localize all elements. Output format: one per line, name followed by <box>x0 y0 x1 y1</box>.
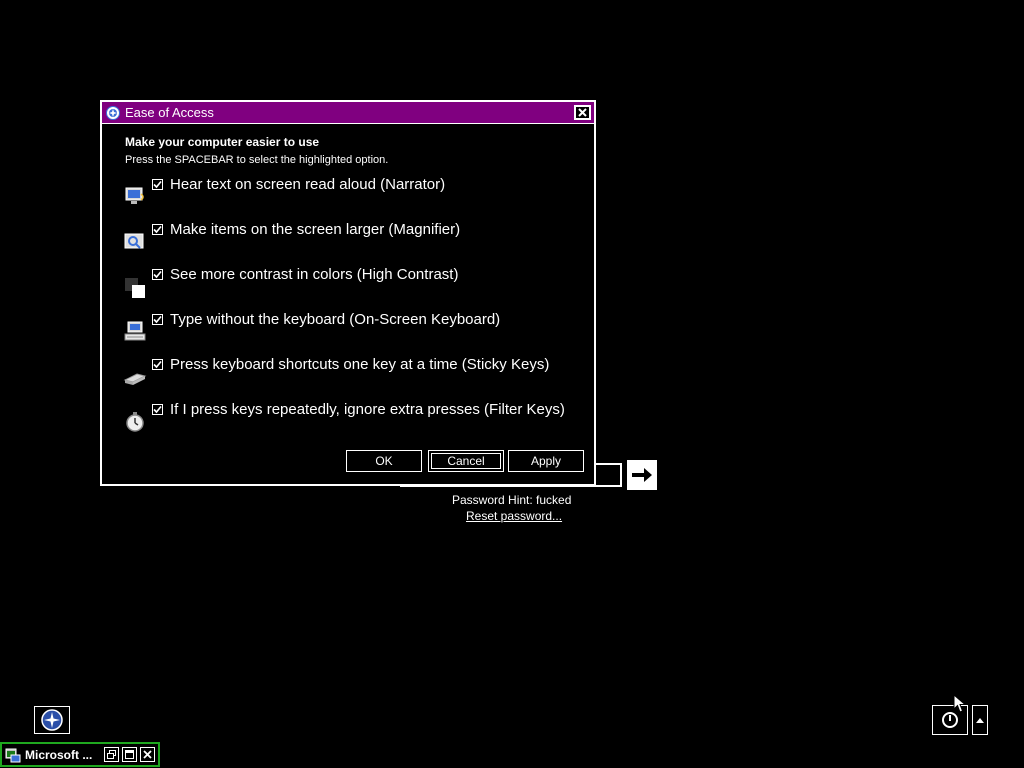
magnifier-checkbox[interactable] <box>152 224 163 235</box>
checkmark-icon <box>153 315 162 324</box>
narrator-checkbox[interactable] <box>152 179 163 190</box>
filter-keys-checkbox[interactable] <box>152 404 163 415</box>
dialog-instructions: Press the SPACEBAR to select the highlig… <box>125 154 389 166</box>
reset-password-link[interactable]: Reset password... <box>466 509 562 523</box>
ease-of-access-icon <box>106 105 120 120</box>
high-contrast-label: See more contrast in colors (High Contra… <box>170 266 459 283</box>
shutdown-options-button[interactable] <box>972 705 988 735</box>
high-contrast-checkbox[interactable] <box>152 269 163 280</box>
close-icon <box>578 108 587 117</box>
filter-keys-label: If I press keys repeatedly, ignore extra… <box>170 401 565 418</box>
filter-keys-icon <box>122 408 148 434</box>
mouse-cursor-icon <box>953 694 967 713</box>
dialog-titlebar[interactable]: Ease of Access <box>102 102 594 124</box>
submit-arrow-button[interactable] <box>627 460 657 490</box>
option-magnifier[interactable]: Make items on the screen larger (Magnifi… <box>122 221 461 254</box>
caret-up-icon <box>976 718 984 723</box>
option-high-contrast[interactable]: See more contrast in colors (High Contra… <box>122 266 459 299</box>
option-filter-keys[interactable]: If I press keys repeatedly, ignore extra… <box>122 401 565 434</box>
application-icon <box>5 748 21 762</box>
close-button[interactable] <box>574 105 591 120</box>
restore-button[interactable] <box>104 747 119 762</box>
dialog-title: Ease of Access <box>125 105 214 120</box>
dialog-heading: Make your computer easier to use <box>125 135 320 149</box>
apply-button[interactable]: Apply <box>508 450 584 472</box>
arrow-right-icon <box>632 468 652 482</box>
ease-of-access-dialog: Ease of Access Make your computer easier… <box>100 100 596 486</box>
close-icon <box>143 750 152 759</box>
restore-icon <box>107 750 116 759</box>
option-on-screen-keyboard[interactable]: Type without the keyboard (On-Screen Key… <box>122 311 501 344</box>
login-screen: Password Hint: fucked Reset password... … <box>0 0 1024 768</box>
close-window-button[interactable] <box>140 747 155 762</box>
sticky-keys-checkbox[interactable] <box>152 359 163 370</box>
maximize-button[interactable] <box>122 747 137 762</box>
taskbar-window-button[interactable]: Microsoft ... <box>0 742 160 767</box>
checkmark-icon <box>153 360 162 369</box>
narrator-icon <box>122 183 148 209</box>
high-contrast-icon <box>122 273 148 299</box>
checkmark-icon <box>153 225 162 234</box>
password-hint: Password Hint: fucked <box>452 493 572 507</box>
sticky-keys-icon <box>122 363 148 389</box>
sticky-keys-label: Press keyboard shortcuts one key at a ti… <box>170 356 550 373</box>
option-sticky-keys[interactable]: Press keyboard shortcuts one key at a ti… <box>122 356 550 389</box>
narrator-label: Hear text on screen read aloud (Narrator… <box>170 176 446 193</box>
on-screen-keyboard-icon <box>122 318 148 344</box>
taskbar-window-title: Microsoft ... <box>25 747 93 762</box>
magnifier-icon <box>122 228 148 254</box>
checkmark-icon <box>153 405 162 414</box>
magnifier-label: Make items on the screen larger (Magnifi… <box>170 221 461 238</box>
on-screen-keyboard-checkbox[interactable] <box>152 314 163 325</box>
ease-of-access-icon <box>41 709 63 731</box>
ok-button[interactable]: OK <box>346 450 422 472</box>
on-screen-keyboard-label: Type without the keyboard (On-Screen Key… <box>170 311 501 328</box>
checkmark-icon <box>153 180 162 189</box>
maximize-icon <box>125 750 134 759</box>
ease-of-access-button[interactable] <box>34 706 70 734</box>
checkmark-icon <box>153 270 162 279</box>
cancel-button[interactable]: Cancel <box>428 450 504 472</box>
option-narrator[interactable]: Hear text on screen read aloud (Narrator… <box>122 176 446 209</box>
